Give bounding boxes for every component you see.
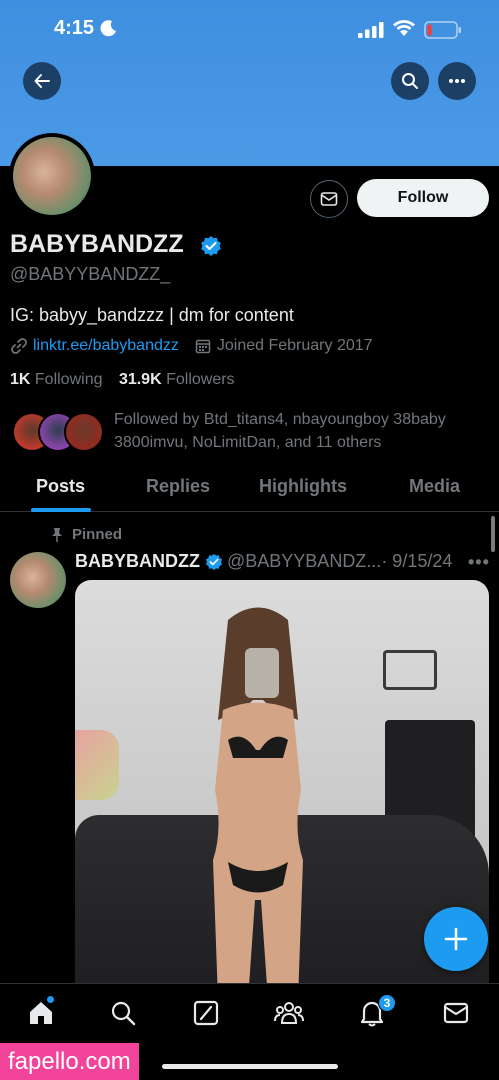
more-horizontal-icon bbox=[449, 79, 465, 83]
search-icon bbox=[111, 1001, 136, 1026]
joined-date: Joined February 2017 bbox=[216, 337, 373, 354]
status-bar: 4:15 bbox=[0, 14, 499, 46]
followers-link[interactable]: 31.9K Followers bbox=[119, 371, 235, 388]
follow-counts: 1K Following 31.9K Followers bbox=[10, 371, 235, 389]
arrow-left-icon bbox=[34, 74, 50, 88]
home-unread-dot bbox=[47, 996, 54, 1003]
tab-media[interactable]: Media bbox=[409, 476, 460, 497]
profile-handle: @BABYYBANDZZ_ bbox=[10, 264, 171, 284]
image-figure bbox=[213, 607, 303, 1000]
pin-icon bbox=[52, 527, 62, 542]
followed-by-text[interactable]: Followed by Btd_titans4, nbayoungboy 38b… bbox=[114, 408, 494, 454]
more-options-button[interactable] bbox=[438, 62, 476, 100]
scrollbar[interactable] bbox=[491, 516, 495, 552]
status-time: 4:15 bbox=[54, 17, 95, 39]
image-shelf-decor bbox=[383, 650, 437, 690]
message-button[interactable] bbox=[310, 180, 348, 218]
post-date[interactable]: · 9/15/24 bbox=[381, 551, 452, 572]
notifications-badge: 3 bbox=[378, 994, 396, 1012]
moon-icon bbox=[100, 20, 116, 37]
tab-posts[interactable]: Posts bbox=[36, 476, 85, 497]
back-button[interactable] bbox=[23, 62, 61, 100]
tab-replies[interactable]: Replies bbox=[146, 476, 210, 497]
grok-icon bbox=[193, 1000, 219, 1026]
plus-icon bbox=[444, 927, 468, 951]
active-tab-indicator bbox=[31, 508, 91, 512]
cellular-signal-icon bbox=[358, 22, 384, 38]
watermark: fapello.com bbox=[0, 1043, 139, 1080]
profile-tabs: Posts Replies Highlights Media bbox=[0, 466, 499, 512]
battery-icon bbox=[424, 21, 461, 39]
home-indicator[interactable] bbox=[162, 1064, 338, 1069]
post-header: BABYBANDZZ @BABYYBANDZ... · 9/15/24 bbox=[75, 551, 452, 572]
compose-post-button[interactable] bbox=[424, 907, 488, 971]
envelope-icon bbox=[443, 1002, 469, 1024]
post-author-avatar[interactable] bbox=[10, 552, 66, 608]
profile-name: BABYBANDZZ bbox=[10, 230, 184, 258]
tab-highlights[interactable]: Highlights bbox=[259, 476, 347, 497]
profile-bio: IG: babyy_bandzzz | dm for content bbox=[10, 305, 294, 325]
search-button[interactable] bbox=[391, 62, 429, 100]
post-author-name[interactable]: BABYBANDZZ bbox=[75, 551, 200, 572]
pinned-label: Pinned bbox=[50, 526, 122, 543]
wifi-icon bbox=[393, 20, 415, 36]
following-link[interactable]: 1K Following bbox=[10, 371, 102, 388]
follower-avatar bbox=[64, 412, 104, 452]
follow-button[interactable]: Follow bbox=[357, 179, 489, 217]
profile-meta: linktr.ee/babybandzz Joined February 201… bbox=[10, 337, 373, 355]
search-icon bbox=[402, 73, 418, 89]
nav-grok[interactable] bbox=[191, 998, 221, 1028]
link-icon bbox=[11, 338, 27, 354]
post-more-icon[interactable]: ••• bbox=[468, 552, 490, 573]
nav-communities[interactable] bbox=[274, 998, 304, 1028]
communities-icon bbox=[274, 1002, 304, 1024]
envelope-icon bbox=[320, 192, 338, 206]
verified-badge-icon bbox=[205, 553, 223, 570]
nav-messages[interactable] bbox=[441, 998, 471, 1028]
calendar-icon bbox=[195, 339, 211, 354]
verified-badge-icon bbox=[201, 236, 221, 256]
followed-by-avatars[interactable] bbox=[12, 412, 108, 454]
home-icon bbox=[30, 1002, 52, 1024]
image-pillow bbox=[75, 730, 119, 800]
nav-explore[interactable] bbox=[108, 998, 138, 1028]
profile-avatar[interactable] bbox=[9, 133, 95, 219]
profile-link[interactable]: linktr.ee/babybandzz bbox=[33, 337, 179, 355]
post-author-handle[interactable]: @BABYYBANDZ... bbox=[227, 551, 381, 572]
